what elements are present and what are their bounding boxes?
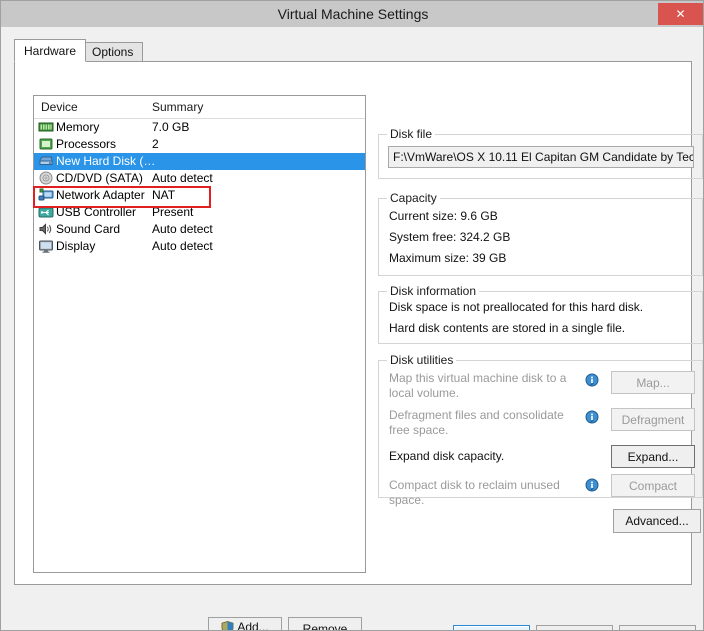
window-title: Virtual Machine Settings xyxy=(277,6,429,22)
compact-button[interactable]: Compact xyxy=(611,474,695,497)
capacity-group: Capacity Current size: 9.6 GB System fre… xyxy=(378,191,703,276)
list-item-processors[interactable]: Processors 2 xyxy=(34,136,365,153)
map-button[interactable]: Map... xyxy=(611,371,695,394)
list-item-network-adapter[interactable]: Network Adapter NAT xyxy=(34,187,365,204)
disk-file-group-label: Disk file xyxy=(387,127,436,141)
disk-utility-row-map: Map this virtual machine disk to a local… xyxy=(379,371,703,405)
tab-options[interactable]: Options xyxy=(82,42,144,61)
maximum-size-text: Maximum size: 39 GB xyxy=(389,251,507,265)
list-item-summary: Present xyxy=(152,205,194,219)
expand-button[interactable]: Expand... xyxy=(611,445,695,468)
disk-information-line-2: Hard disk contents are stored in a singl… xyxy=(389,321,626,335)
map-description: Map this virtual machine disk to a local… xyxy=(389,371,567,400)
list-item-summary: Auto detect xyxy=(152,222,213,236)
list-item-label: Sound Card xyxy=(56,222,121,236)
tab-strip: Hardware Options xyxy=(14,39,692,62)
disk-utilities-group: Disk utilities Map this virtual machine … xyxy=(378,353,703,507)
list-item-label: Processors xyxy=(56,137,117,151)
processor-icon xyxy=(38,137,54,152)
system-free-text: System free: 324.2 GB xyxy=(389,230,511,244)
help-button[interactable]: Help xyxy=(619,625,696,630)
network-adapter-icon xyxy=(38,188,54,203)
disk-information-group: Disk information Disk space is not preal… xyxy=(378,284,703,344)
device-list-header: Device Summary xyxy=(34,96,365,119)
advanced-button[interactable]: Advanced... xyxy=(613,509,701,533)
info-icon[interactable] xyxy=(584,373,600,389)
display-icon xyxy=(38,239,54,254)
title-bar: Virtual Machine Settings ✕ xyxy=(1,1,703,27)
list-item-summary: NAT xyxy=(152,188,176,202)
list-item-label: Display xyxy=(56,239,96,253)
list-item-label: Memory xyxy=(56,120,100,134)
list-item-cd-dvd[interactable]: CD/DVD (SATA) Auto detect xyxy=(34,170,365,187)
hard-disk-icon xyxy=(38,154,54,169)
usb-controller-icon xyxy=(38,205,54,220)
disk-information-line-1: Disk space is not preallocated for this … xyxy=(389,300,644,314)
current-size-text: Current size: 9.6 GB xyxy=(389,209,498,223)
cancel-button[interactable]: Cancel xyxy=(536,625,613,630)
remove-button[interactable]: Remove xyxy=(288,617,362,630)
defragment-button[interactable]: Defragment xyxy=(611,408,695,431)
dialog-body: Hardware Options Device Summary Memory 7… xyxy=(1,27,703,630)
list-item-summary: 2 xyxy=(152,137,159,151)
column-header-summary: Summary xyxy=(152,100,204,114)
uac-shield-icon xyxy=(221,620,234,630)
list-item-new-hard-disk[interactable]: New Hard Disk (… xyxy=(34,153,365,170)
compact-description: Compact disk to reclaim unused space. xyxy=(389,478,560,507)
list-item-sound-card[interactable]: Sound Card Auto detect xyxy=(34,221,365,238)
cd-dvd-icon xyxy=(38,171,54,186)
list-item-label: New Hard Disk (… xyxy=(56,154,156,168)
disk-utility-row-defragment: Defragment files and consolidate free sp… xyxy=(379,408,703,442)
expand-description: Expand disk capacity. xyxy=(389,449,505,463)
sound-card-icon xyxy=(38,222,54,237)
list-item-usb-controller[interactable]: USB Controller Present xyxy=(34,204,365,221)
disk-file-path-field[interactable]: F:\VmWare\OS X 10.11 El Capitan GM Candi… xyxy=(388,146,694,168)
list-item-label: CD/DVD (SATA) xyxy=(56,171,143,185)
add-button[interactable]: Add... xyxy=(208,617,282,631)
list-item-summary: Auto detect xyxy=(152,171,213,185)
virtual-machine-settings-window: Virtual Machine Settings ✕ Hardware Opti… xyxy=(0,0,704,631)
list-item-label: USB Controller xyxy=(56,205,137,219)
column-header-device: Device xyxy=(41,100,78,114)
disk-utility-row-compact: Compact disk to reclaim unused space. Co… xyxy=(379,474,703,508)
defragment-description: Defragment files and consolidate free sp… xyxy=(389,408,564,437)
list-item-summary: 7.0 GB xyxy=(152,120,190,134)
info-icon[interactable] xyxy=(584,410,600,426)
capacity-group-label: Capacity xyxy=(387,191,440,205)
ok-button[interactable]: OK xyxy=(453,625,530,630)
add-button-label: Add... xyxy=(237,620,269,631)
hardware-tab-panel: Device Summary Memory 7.0 GB Processors … xyxy=(14,61,703,630)
list-item-summary: Auto detect xyxy=(152,239,213,253)
info-icon[interactable] xyxy=(584,478,600,494)
list-item-label: Network Adapter xyxy=(56,188,145,202)
disk-utilities-group-label: Disk utilities xyxy=(387,353,457,367)
list-item-display[interactable]: Display Auto detect xyxy=(34,238,365,255)
tab-hardware[interactable]: Hardware xyxy=(14,39,87,62)
memory-icon xyxy=(38,120,54,135)
disk-information-group-label: Disk information xyxy=(387,284,480,298)
list-item-memory[interactable]: Memory 7.0 GB xyxy=(34,119,365,136)
close-icon[interactable]: ✕ xyxy=(658,3,703,25)
device-list[interactable]: Device Summary Memory 7.0 GB Processors … xyxy=(33,95,366,573)
disk-file-group: Disk file F:\VmWare\OS X 10.11 El Capita… xyxy=(378,127,703,179)
